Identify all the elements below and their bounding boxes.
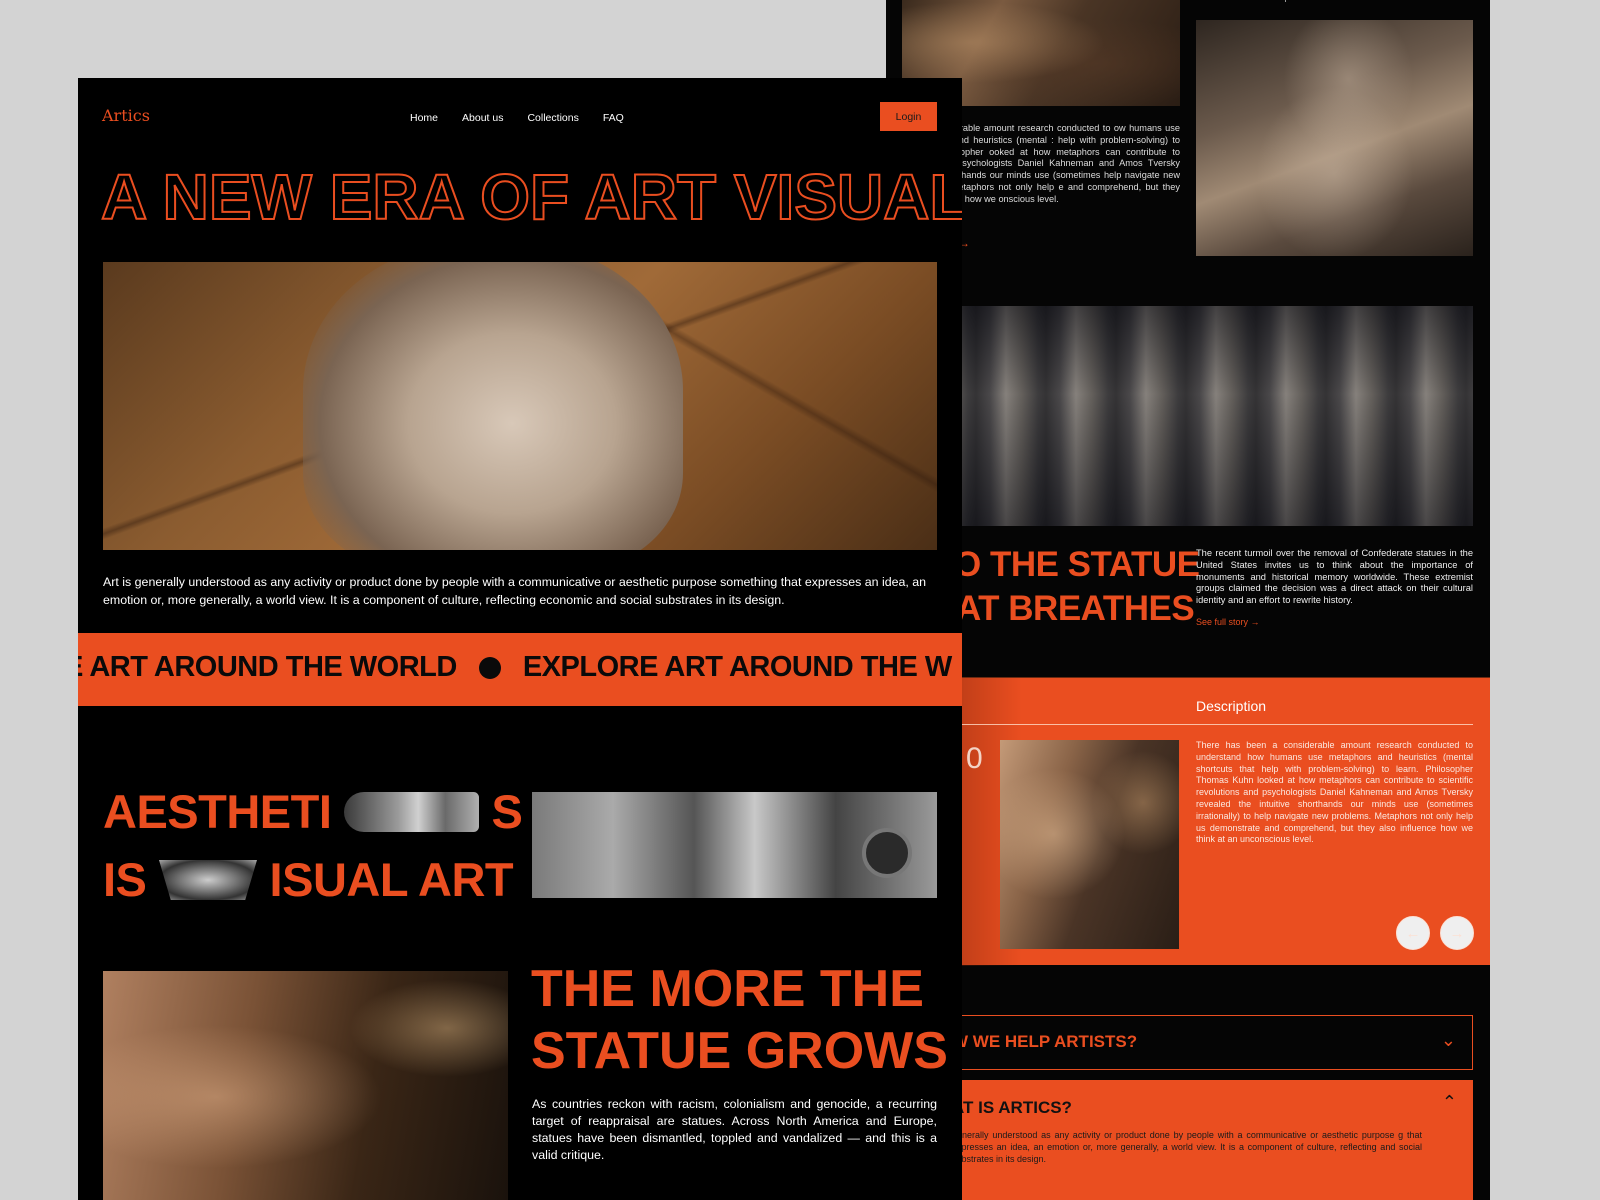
heading-line-1: O THE STATUE <box>954 545 1200 584</box>
nav-collections[interactable]: Collections <box>527 112 578 124</box>
faq-question: W WE HELP ARTISTS? <box>952 1032 1138 1051</box>
heading-text: ISUAL ART <box>269 853 514 906</box>
logo[interactable]: Artics <box>102 106 150 125</box>
slide-number: 0 <box>966 742 983 775</box>
statue-head <box>303 262 683 550</box>
front-page-preview: Artics Home About us Collections FAQ Log… <box>78 78 962 1200</box>
chevron-up-icon[interactable]: ⌃ <box>1442 1092 1457 1113</box>
bullet-dot <box>478 656 501 679</box>
prev-button[interactable]: ← <box>1396 916 1430 950</box>
back-page-preview: and this is a valid critique. en a consi… <box>886 0 1490 1200</box>
login-button[interactable]: Login <box>880 102 937 131</box>
main-nav: Home About us Collections FAQ <box>410 112 624 124</box>
inline-photo-pill <box>343 792 479 832</box>
nav-faq[interactable]: FAQ <box>603 112 624 124</box>
inline-photo-wedge <box>158 860 257 900</box>
busts-gallery-photo <box>103 971 508 1200</box>
heading-text: IS <box>103 853 147 906</box>
divider <box>962 724 1473 725</box>
description-text: There has been a considerable amount res… <box>1196 740 1473 845</box>
arrow-right-icon: → <box>1449 924 1465 942</box>
aesthetics-heading: AESTHETI S IS ISUAL ART <box>103 778 523 914</box>
marquee-banner: E ART AROUND THE WORLD EXPLORE ART AROUN… <box>78 633 962 706</box>
statue-grows-text: As countries reckon with racism, colonia… <box>532 1097 937 1162</box>
heading-text: AESTHETI <box>103 785 332 838</box>
statue-grows-heading: THE MORE THE STATUE GROWS <box>531 958 948 1082</box>
description-title: Description <box>1196 698 1267 714</box>
faq-answer: generally understood as any activity or … <box>952 1130 1422 1164</box>
hero-statue-photo: EXPLORE NOW - EXPLORE NOW - <box>103 262 937 550</box>
caption-fragment: and this is a valid critique. <box>1196 0 1299 2</box>
chevron-down-icon[interactable]: ⌄ <box>1441 1030 1456 1051</box>
hero-title: A NEW ERA OF ART VISUAL <box>100 160 962 234</box>
sculpture-photo <box>1196 20 1473 256</box>
heading-line-1: THE MORE THE <box>531 960 924 1018</box>
busts-photo <box>1000 740 1179 949</box>
arrow-left-icon: ← <box>1405 924 1421 942</box>
heading-line-2: STATUE GROWS <box>531 1022 948 1080</box>
heading-line-2: AT BREATHES <box>956 589 1195 628</box>
heading-text: S <box>491 785 523 838</box>
marquee-text: E ART AROUND THE WORLD <box>78 651 457 683</box>
nav-about-us[interactable]: About us <box>462 112 503 124</box>
see-full-story-link[interactable]: See full story → <box>1196 617 1260 627</box>
intro-text: Art is generally understood as any activ… <box>103 575 927 607</box>
nav-home[interactable]: Home <box>410 112 438 124</box>
description-panel: Description 0 There has been a considera… <box>886 677 1490 966</box>
cathedral-statues-photo <box>906 306 1473 526</box>
marquee-text: EXPLORE ART AROUND THE W <box>522 651 952 683</box>
faq-question: AT IS ARTICS? <box>952 1098 1072 1117</box>
faq-item[interactable]: W WE HELP ARTISTS? ⌄ <box>946 1015 1473 1070</box>
faq-item-expanded[interactable]: AT IS ARTICS? ⌃ generally understood as … <box>946 1080 1473 1200</box>
grotesque-sculpture-photo <box>532 792 937 898</box>
next-button[interactable]: → <box>1440 916 1474 950</box>
story-paragraph: The recent turmoil over the removal of C… <box>1196 548 1473 606</box>
